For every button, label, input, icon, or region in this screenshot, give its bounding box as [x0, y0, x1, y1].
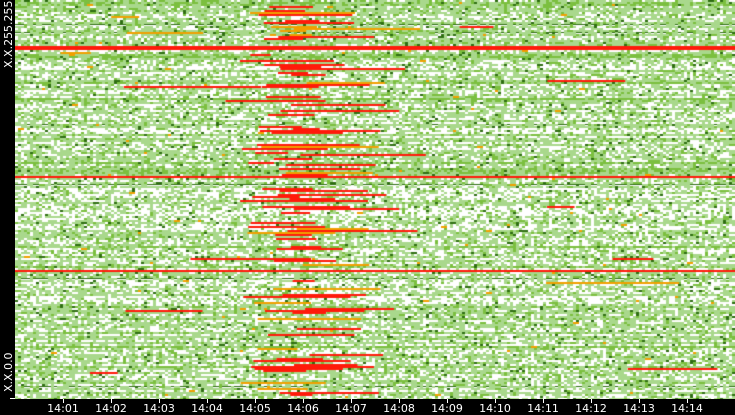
x-tick-label: 14:09: [431, 402, 463, 415]
x-tick-label: 14:12: [575, 402, 607, 415]
x-axis: 14:01 14:02 14:03 14:04 14:05 14:06 14:07 14:08…: [0, 399, 735, 415]
x-tick-label: 14:08: [383, 402, 415, 415]
y-label-max: X.X.255.255: [2, 0, 15, 68]
y-axis: X.X.255.255 X.X.0.0: [0, 0, 15, 400]
x-tick-label: 14:13: [623, 402, 655, 415]
x-tick-label: 14:01: [47, 402, 79, 415]
x-tick-label: 14:11: [527, 402, 559, 415]
x-tick-label: 14:04: [191, 402, 223, 415]
x-tick-label: 14:02: [95, 402, 127, 415]
x-tick-label: 14:14: [671, 402, 703, 415]
heatmap-canvas: [15, 0, 735, 399]
x-tick-label: 14:03: [143, 402, 175, 415]
x-tick-label: 14:10: [479, 402, 511, 415]
x-tick-label: 14:05: [239, 402, 271, 415]
x-tick-label: 14:06: [287, 402, 319, 415]
y-label-min: X.X.0.0: [2, 352, 15, 392]
x-tick-label: 14:07: [335, 402, 367, 415]
